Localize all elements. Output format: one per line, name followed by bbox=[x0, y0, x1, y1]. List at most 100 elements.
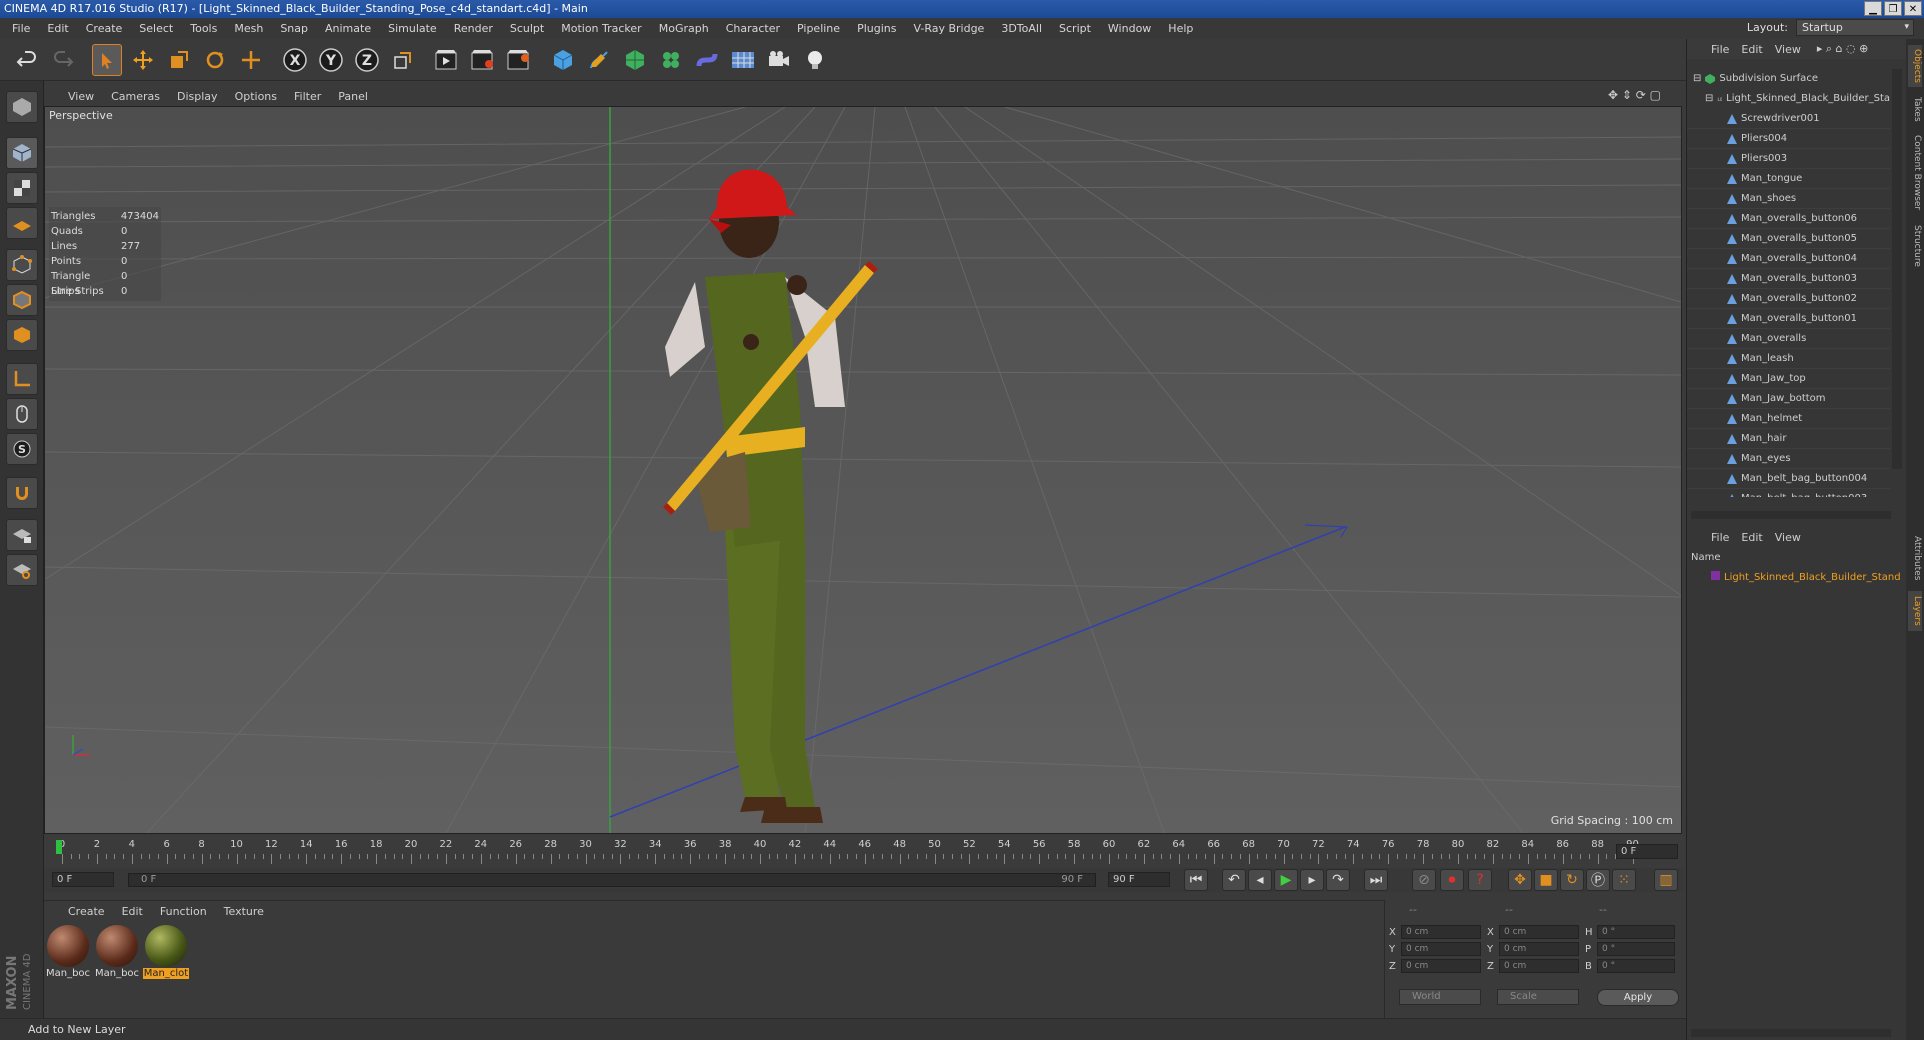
record-active-icon[interactable]: ⏺ bbox=[1440, 869, 1464, 891]
texture-mode-icon[interactable] bbox=[6, 172, 38, 204]
key-scale-icon[interactable]: ■ bbox=[1534, 869, 1558, 891]
snap-icon[interactable]: S bbox=[6, 433, 38, 465]
live-select-icon[interactable] bbox=[92, 43, 122, 76]
transform-icon[interactable] bbox=[236, 44, 266, 76]
model-mode-icon[interactable] bbox=[6, 137, 38, 169]
material-menu-function[interactable]: Function bbox=[160, 905, 207, 918]
z-axis-icon[interactable]: Z bbox=[352, 44, 382, 76]
light-icon[interactable] bbox=[800, 44, 830, 76]
viewport-menu-cameras[interactable]: Cameras bbox=[111, 90, 160, 103]
end-frame-field[interactable]: 90 F bbox=[1108, 872, 1170, 887]
menu-pipeline[interactable]: Pipeline bbox=[797, 22, 840, 35]
material-swatch[interactable]: Man_clot bbox=[143, 925, 189, 983]
menu-motion-tracker[interactable]: Motion Tracker bbox=[561, 22, 641, 35]
timeline-ruler[interactable]: 0 2 4 6 8 10 12 14 16 18 20 22 24 26 28 30 32 34 36 38 40 42 4… bbox=[44, 836, 1684, 868]
close-button[interactable]: ✕ bbox=[1904, 1, 1922, 16]
timeline-window-icon[interactable]: ▥ bbox=[1654, 869, 1678, 891]
tab-layers[interactable]: Layers bbox=[1908, 591, 1922, 631]
material-menu-create[interactable]: Create bbox=[68, 905, 105, 918]
layer-menu-edit[interactable]: Edit bbox=[1741, 531, 1762, 544]
rotation-b-field[interactable]: 0 ° bbox=[1597, 959, 1675, 973]
workplane-icon[interactable] bbox=[6, 207, 38, 239]
menu-select[interactable]: Select bbox=[139, 22, 173, 35]
planar-workplane-icon[interactable] bbox=[6, 554, 38, 586]
menu-sculpt[interactable]: Sculpt bbox=[510, 22, 544, 35]
apply-button[interactable]: Apply bbox=[1597, 989, 1679, 1006]
object-menu-file[interactable]: File bbox=[1711, 43, 1729, 56]
position-z-field[interactable]: 0 cm bbox=[1401, 959, 1481, 973]
material-swatch[interactable]: Man_boc bbox=[94, 925, 140, 983]
menu-file[interactable]: File bbox=[12, 22, 30, 35]
tree-item-object[interactable]: Man_helmet bbox=[1687, 409, 1890, 429]
current-frame-field[interactable]: 0 F bbox=[1616, 844, 1678, 859]
size-x-field[interactable]: 0 cm bbox=[1499, 925, 1579, 939]
key-pla-icon[interactable]: ⁙ bbox=[1612, 869, 1636, 891]
menu-snap[interactable]: Snap bbox=[280, 22, 308, 35]
go-to-start-icon[interactable]: ⏮ bbox=[1184, 869, 1208, 891]
next-frame-icon[interactable]: ▸ bbox=[1300, 869, 1324, 891]
lock-workplane-icon[interactable] bbox=[6, 519, 38, 551]
deformer-icon[interactable] bbox=[692, 44, 722, 76]
make-editable-icon[interactable] bbox=[6, 91, 38, 123]
layout-dropdown[interactable]: Startup bbox=[1796, 19, 1914, 36]
layer-menu-file[interactable]: File bbox=[1711, 531, 1729, 544]
viewport-navigation-icons[interactable]: ✥ ⇕ ⟳ ▢ bbox=[1608, 88, 1661, 102]
polygons-mode-icon[interactable] bbox=[6, 319, 38, 351]
menu-edit[interactable]: Edit bbox=[47, 22, 68, 35]
minimize-button[interactable]: ▁ bbox=[1864, 1, 1882, 16]
size-z-field[interactable]: 0 cm bbox=[1499, 959, 1579, 973]
viewport-menu-panel[interactable]: Panel bbox=[338, 90, 368, 103]
pen-icon[interactable] bbox=[584, 44, 614, 76]
viewport-menu-display[interactable]: Display bbox=[177, 90, 218, 103]
menu-window[interactable]: Window bbox=[1108, 22, 1151, 35]
layer-hscrollbar[interactable] bbox=[1691, 1029, 1891, 1037]
menu-mograph[interactable]: MoGraph bbox=[659, 22, 709, 35]
tree-item-object[interactable]: Man_hair bbox=[1687, 429, 1890, 449]
object-menu-edit[interactable]: Edit bbox=[1741, 43, 1762, 56]
tree-item-object[interactable]: Man_belt_bag_button003 bbox=[1687, 489, 1890, 497]
tree-item-object[interactable]: Man_tongue bbox=[1687, 169, 1890, 189]
play-icon[interactable]: ▶ bbox=[1274, 869, 1298, 891]
key-rotate-icon[interactable]: ↻ bbox=[1560, 869, 1584, 891]
coordinate-space-dropdown[interactable]: World bbox=[1399, 989, 1481, 1005]
tree-item-object[interactable]: Screwdriver001 bbox=[1687, 109, 1890, 129]
collapse-icon[interactable]: ⊟ bbox=[1705, 89, 1713, 109]
object-menu-view[interactable]: View bbox=[1775, 43, 1801, 56]
redo-icon[interactable] bbox=[48, 44, 78, 76]
go-to-end-icon[interactable]: ⏭ bbox=[1364, 869, 1388, 891]
menu-script[interactable]: Script bbox=[1059, 22, 1091, 35]
material-menu-edit[interactable]: Edit bbox=[122, 905, 143, 918]
viewport-camera-label[interactable]: Perspective bbox=[49, 109, 113, 122]
menu-tools[interactable]: Tools bbox=[190, 22, 217, 35]
tree-item-object[interactable]: Man_Jaw_bottom bbox=[1687, 389, 1890, 409]
tree-item-object[interactable]: Man_overalls_button06 bbox=[1687, 209, 1890, 229]
tab-structure[interactable]: Structure bbox=[1908, 221, 1922, 271]
tab-attributes[interactable]: Attributes bbox=[1908, 531, 1922, 585]
record-position-icon[interactable]: ⊘ bbox=[1412, 869, 1436, 891]
menu-help[interactable]: Help bbox=[1168, 22, 1193, 35]
x-axis-icon[interactable]: X bbox=[280, 44, 310, 76]
render-picture-viewer-icon[interactable] bbox=[468, 44, 498, 76]
object-manager-tool-icons[interactable]: ▸ ⌕ ⌂ ◌ ⊕ bbox=[1817, 42, 1868, 56]
move-icon[interactable] bbox=[128, 44, 158, 76]
viewport-menu-filter[interactable]: Filter bbox=[294, 90, 321, 103]
layer-item[interactable]: Light_Skinned_Black_Builder_Standin bbox=[1711, 571, 1901, 583]
tree-item-object[interactable]: Man_overalls_button02 bbox=[1687, 289, 1890, 309]
tab-content-browser[interactable]: Content Browser bbox=[1908, 131, 1922, 215]
tweak-mode-icon[interactable] bbox=[6, 398, 38, 430]
tree-item-object[interactable]: Man_overalls_button03 bbox=[1687, 269, 1890, 289]
layer-menu-view[interactable]: View bbox=[1775, 531, 1801, 544]
tree-item-object[interactable]: Man_overalls_button04 bbox=[1687, 249, 1890, 269]
tab-objects[interactable]: Objects bbox=[1908, 45, 1922, 87]
coordinate-system-icon[interactable] bbox=[388, 44, 418, 76]
axis-mode-icon[interactable] bbox=[6, 363, 38, 395]
rotate-icon[interactable] bbox=[200, 44, 230, 76]
camera-icon[interactable] bbox=[764, 44, 794, 76]
size-mode-dropdown[interactable]: Scale bbox=[1497, 989, 1579, 1005]
tree-item-object[interactable]: Man_overalls bbox=[1687, 329, 1890, 349]
points-mode-icon[interactable] bbox=[6, 249, 38, 281]
tree-item-object[interactable]: Pliers004 bbox=[1687, 129, 1890, 149]
material-swatch[interactable]: Man_boc bbox=[45, 925, 91, 983]
floor-icon[interactable] bbox=[728, 44, 758, 76]
tree-item-object[interactable]: Man_belt_bag_button004 bbox=[1687, 469, 1890, 489]
